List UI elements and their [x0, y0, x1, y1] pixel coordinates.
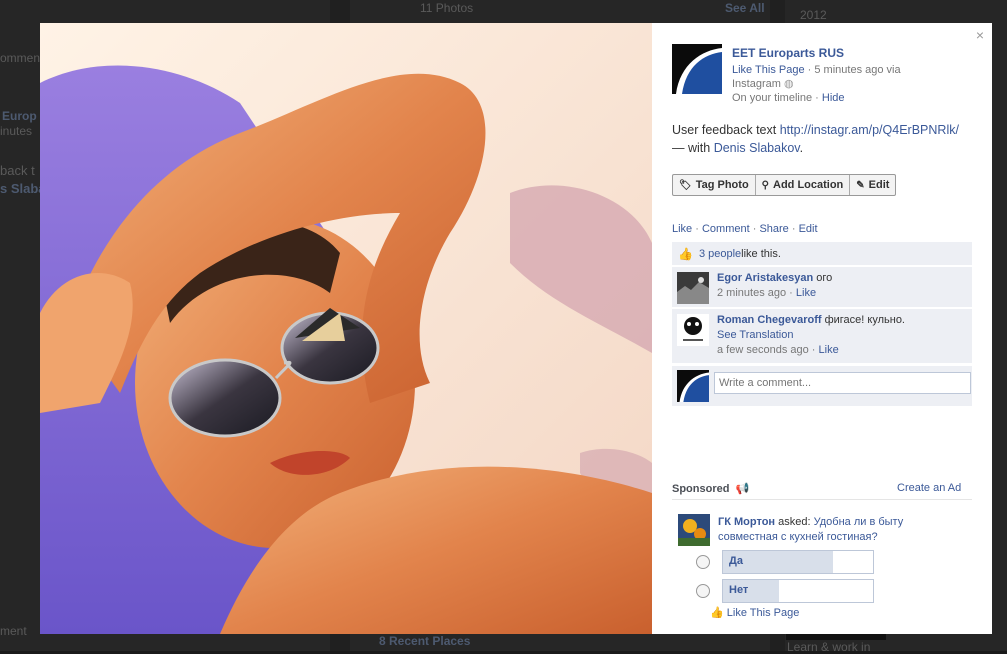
comment-author[interactable]: Roman Chegevaroff	[717, 314, 822, 326]
close-icon[interactable]: ×	[976, 27, 984, 43]
background-feedback-fragment: back t	[0, 163, 35, 178]
megaphone-icon: 📢	[735, 483, 750, 495]
background-photos-label: 11 Photos	[420, 1, 474, 15]
poll-option-label: Нет	[729, 584, 749, 596]
likes-suffix: like this.	[741, 247, 781, 260]
comment-text: ого	[813, 272, 833, 284]
photo-side-panel: × EET Europarts RUS Like This Page · 5 m…	[652, 23, 992, 634]
comment-body: Egor Aristakesyan ого 2 minutes ago · Li…	[717, 271, 967, 301]
like-link[interactable]: Like	[672, 223, 692, 235]
likes-summary: 👍 3 people like this.	[672, 242, 972, 265]
comment-time: 2 minutes ago	[717, 287, 787, 299]
ad-like-page-label: Like This Page	[726, 607, 800, 619]
thumbs-up-icon: 👍	[678, 246, 693, 261]
pencil-icon: ✎	[856, 179, 865, 191]
comment-text: фигасе! кульно.	[821, 314, 905, 326]
sponsored-label: Sponsored	[672, 483, 730, 495]
poll-option-label: Да	[729, 555, 743, 567]
tag-photo-label: Tag Photo	[695, 179, 749, 191]
poster-meta: Like This Page · 5 minutes ago via Insta…	[732, 63, 962, 105]
background-learn-work: Learn & work in	[787, 640, 871, 654]
photo-image	[40, 23, 652, 634]
tag-photo-button[interactable]: 🏷 Tag Photo	[673, 175, 756, 195]
commenter-avatar[interactable]	[677, 272, 709, 304]
comment-input[interactable]	[714, 372, 971, 394]
post-time: 5 minutes ago via	[814, 64, 901, 76]
comment-like-link[interactable]: Like	[819, 344, 839, 356]
comment-separator: ·	[808, 344, 819, 356]
poll-option[interactable]: Нет	[696, 579, 874, 603]
edit-link[interactable]: Edit	[799, 223, 818, 235]
tag-icon: 🏷	[679, 179, 692, 191]
comment-item: Egor Aristakesyan ого 2 minutes ago · Li…	[672, 267, 972, 307]
background-poster-fragment: Europ	[2, 109, 37, 123]
poster-avatar[interactable]	[672, 44, 722, 94]
meta-separator-2: ·	[812, 92, 822, 104]
sponsored-heading: Sponsored 📢	[672, 482, 749, 495]
advertiser-name[interactable]: ГК Мортон	[718, 516, 775, 528]
comment-body: Roman Chegevaroff фигасе! кульно. See Tr…	[717, 313, 967, 358]
photo-illustration	[40, 23, 652, 634]
ufi-separator-3: ·	[788, 223, 799, 235]
likes-count-link[interactable]: 3 people	[699, 248, 741, 260]
caption-text: User feedback text	[672, 123, 780, 137]
advertiser-avatar[interactable]	[678, 514, 710, 546]
globe-icon: ◍	[783, 78, 794, 90]
write-comment-box	[672, 366, 972, 406]
photo-lightbox: × EET Europarts RUS Like This Page · 5 m…	[40, 23, 992, 634]
like-this-page-link[interactable]: Like This Page	[732, 64, 805, 76]
background-see-all: See All	[725, 1, 765, 15]
edit-button[interactable]: ✎ Edit	[850, 175, 895, 195]
background-year: 2012	[800, 8, 827, 22]
comment-time: a few seconds ago	[717, 344, 809, 356]
ufi-separator-2: ·	[749, 223, 760, 235]
poster-name[interactable]: EET Europarts RUS	[732, 46, 844, 60]
edit-label: Edit	[868, 179, 890, 191]
post-source: Instagram	[732, 78, 781, 90]
commenter-avatar[interactable]	[677, 314, 709, 346]
background-tag-fragment: s Slaba	[0, 181, 46, 196]
caption-with: — with	[672, 141, 714, 155]
photo-actions-toolbar: 🏷 Tag Photo ⚲ Add Location ✎ Edit	[672, 174, 897, 196]
background-time-fragment: inutes	[0, 124, 33, 138]
poll-radio[interactable]	[696, 584, 710, 598]
comment-link[interactable]: Comment	[702, 223, 750, 235]
ad-like-page[interactable]: 👍 Like This Page	[710, 606, 799, 619]
share-link[interactable]: Share	[759, 223, 788, 235]
poll-bar[interactable]: Нет	[722, 579, 874, 603]
comment-separator: ·	[786, 287, 796, 299]
comment-like-link[interactable]: Like	[796, 287, 816, 299]
add-location-label: Add Location	[773, 179, 844, 191]
comment-author[interactable]: Egor Aristakesyan	[717, 272, 813, 284]
poll-radio[interactable]	[696, 555, 710, 569]
poll-bar[interactable]: Да	[722, 550, 874, 574]
background-bottom-comment: ment	[0, 624, 27, 638]
ufi-links: Like · Comment · Share · Edit	[672, 223, 818, 235]
asked-label: asked:	[775, 516, 814, 528]
poll-option[interactable]: Да	[696, 550, 874, 574]
current-user-avatar	[677, 370, 709, 402]
background-comment-fragment: omment	[0, 51, 44, 65]
location-pin-icon: ⚲	[761, 179, 769, 191]
create-ad-link[interactable]: Create an Ad	[897, 482, 961, 494]
ufi-separator-1: ·	[692, 223, 702, 235]
timeline-label: On your timeline	[732, 92, 813, 104]
caption-end: .	[799, 141, 804, 155]
instagram-link[interactable]: http://instagr.am/p/Q4ErBPNRlk/	[780, 123, 959, 137]
thumbs-up-icon: 👍	[710, 607, 724, 619]
ad-question: ГК Мортон asked: Удобна ли в быту совмес…	[718, 515, 958, 545]
divider	[672, 499, 972, 500]
add-location-button[interactable]: ⚲ Add Location	[756, 175, 851, 195]
hide-link[interactable]: Hide	[822, 92, 845, 104]
post-caption: User feedback text http://instagr.am/p/Q…	[672, 121, 972, 157]
see-translation-link[interactable]: See Translation	[717, 329, 793, 341]
background-recent-places: 8 Recent Places	[379, 634, 471, 648]
tagged-person-link[interactable]: Denis Slabakov	[714, 141, 800, 155]
comment-item: Roman Chegevaroff фигасе! кульно. See Tr…	[672, 309, 972, 363]
